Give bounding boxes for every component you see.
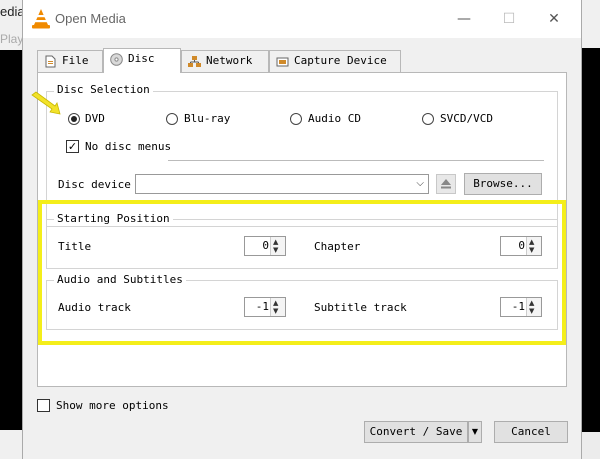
- svcd-vcd-label: SVCD/VCD: [440, 112, 493, 125]
- disc-device-label: Disc device: [58, 178, 131, 191]
- arrow-down-icon: ▼: [529, 307, 535, 315]
- chapter-label: Chapter: [314, 240, 361, 253]
- minimize-button[interactable]: —: [449, 8, 479, 30]
- audio-subtitles-label: Audio and Subtitles: [54, 273, 186, 286]
- show-more-options-checkbox[interactable]: [37, 399, 50, 412]
- dvd-radio[interactable]: [68, 113, 80, 125]
- subtitle-track-label: Subtitle track: [314, 301, 407, 314]
- audio-track-value: -1: [255, 300, 269, 313]
- eject-icon: [441, 179, 451, 189]
- eject-button[interactable]: [436, 174, 456, 194]
- arrow-up-icon: ▲: [529, 238, 535, 246]
- convert-save-button[interactable]: Convert / Save: [364, 421, 468, 443]
- tab-file[interactable]: File: [37, 50, 103, 72]
- subtitle-track-value: -1: [511, 300, 525, 313]
- arrow-up-icon: ▲: [529, 299, 535, 307]
- audio-cd-radio[interactable]: [290, 113, 302, 125]
- subtitle-track-stepper[interactable]: ▲ ▼: [526, 298, 541, 316]
- disc-selection-label: Disc Selection: [54, 83, 153, 96]
- bluray-label: Blu-ray: [184, 112, 231, 125]
- title-value: 0: [262, 239, 269, 252]
- window-title: Open Media: [55, 11, 126, 26]
- browse-button[interactable]: Browse...: [464, 173, 542, 195]
- starting-position-label: Starting Position: [54, 212, 173, 225]
- show-more-options-label: Show more options: [56, 399, 169, 412]
- capture-device-icon: [276, 57, 289, 67]
- tab-label: File: [62, 54, 89, 67]
- background-video-area: [0, 50, 22, 430]
- background-right-strip: [582, 0, 600, 459]
- title-bar[interactable]: Open Media — ☐ ✕: [23, 0, 581, 38]
- audio-track-spinbox[interactable]: -1 ▲ ▼: [244, 297, 286, 317]
- starting-position-group: [46, 219, 558, 269]
- svcd-vcd-radio[interactable]: [422, 113, 434, 125]
- arrow-up-icon: ▲: [273, 238, 279, 246]
- separator: [168, 160, 544, 161]
- arrow-down-icon: ▼: [529, 246, 535, 254]
- dvd-label: DVD: [85, 112, 105, 125]
- title-spinbox[interactable]: 0 ▲ ▼: [244, 236, 286, 256]
- close-button[interactable]: ✕: [539, 8, 569, 30]
- tab-capture-device[interactable]: Capture Device: [269, 50, 401, 72]
- network-icon: [188, 56, 201, 67]
- arrow-up-icon: ▲: [273, 299, 279, 307]
- tab-label: Capture Device: [294, 54, 387, 67]
- chapter-spinbox[interactable]: 0 ▲ ▼: [500, 236, 542, 256]
- no-disc-menus-label: No disc menus: [85, 140, 172, 153]
- cancel-button[interactable]: Cancel: [494, 421, 568, 443]
- audio-track-stepper[interactable]: ▲ ▼: [270, 298, 285, 316]
- disc-panel: Disc Selection DVD Blu-ray Audio CD SVCD…: [37, 72, 567, 387]
- arrow-down-icon: ▼: [273, 246, 279, 254]
- subtitle-track-spinbox[interactable]: -1 ▲ ▼: [500, 297, 542, 317]
- chapter-stepper[interactable]: ▲ ▼: [526, 237, 541, 255]
- background-player-window: edia Playb: [0, 0, 30, 459]
- pointer-arrow-icon: [31, 91, 61, 115]
- tab-label: Network: [206, 54, 253, 67]
- vlc-cone-icon: [32, 9, 50, 29]
- maximize-button[interactable]: ☐: [494, 8, 524, 30]
- no-disc-menus-checkbox[interactable]: ✓: [66, 140, 79, 153]
- file-icon: [45, 55, 56, 68]
- arrow-down-icon: ▼: [273, 307, 279, 315]
- convert-save-dropdown-button[interactable]: ▼: [468, 421, 482, 443]
- chevron-down-icon: ⌵: [416, 178, 424, 189]
- tab-label: Disc: [128, 52, 155, 65]
- bluray-radio[interactable]: [166, 113, 178, 125]
- tab-disc[interactable]: Disc: [103, 48, 181, 73]
- audio-track-label: Audio track: [58, 301, 131, 314]
- disc-device-combobox[interactable]: ⌵: [135, 174, 429, 194]
- audio-cd-label: Audio CD: [308, 112, 361, 125]
- tab-network[interactable]: Network: [181, 50, 269, 72]
- open-media-dialog: Open Media — ☐ ✕ File Disc Network Captu…: [22, 0, 582, 459]
- title-stepper[interactable]: ▲ ▼: [270, 237, 285, 255]
- disc-icon: [110, 53, 123, 66]
- title-label: Title: [58, 240, 92, 253]
- chapter-value: 0: [518, 239, 525, 252]
- background-title-fragment: edia: [0, 4, 25, 19]
